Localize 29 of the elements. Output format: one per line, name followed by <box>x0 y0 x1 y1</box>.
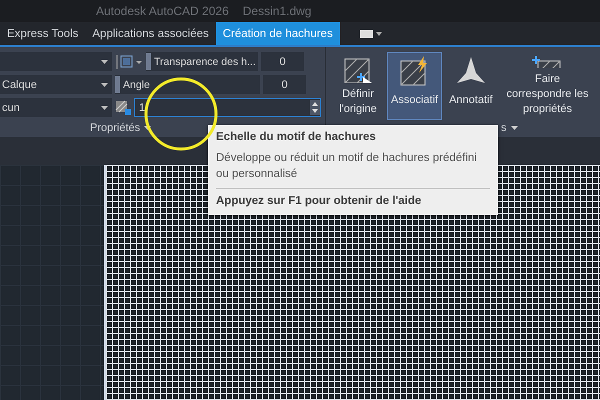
caret-icon[interactable] <box>101 60 108 64</box>
scale-icon <box>115 100 131 116</box>
ribbon-button[interactable]: Définir l'origine <box>332 52 384 120</box>
property-value[interactable]: 0 <box>263 75 306 94</box>
pattern-color-icon[interactable] <box>115 54 143 70</box>
app-title: Autodesk AutoCAD 2026 <box>96 4 229 18</box>
property-value[interactable]: 0 <box>261 52 304 71</box>
ribbon-button[interactable]: Annotatif <box>445 52 496 120</box>
dropdown[interactable]: cun <box>0 98 112 117</box>
caret-icon[interactable] <box>510 126 518 130</box>
property-field[interactable]: Transparence des h... <box>146 52 258 71</box>
caret-icon[interactable] <box>376 32 382 36</box>
spinner-icon[interactable] <box>310 100 320 115</box>
caret-icon[interactable] <box>101 82 108 86</box>
ribbon-button[interactable]: Associatif <box>387 52 442 120</box>
ribbon-tab[interactable]: Express Tools <box>0 22 86 45</box>
caret-icon[interactable] <box>101 106 108 110</box>
tooltip-title: Echelle du motif de hachures <box>216 131 377 143</box>
dropdown[interactable]: Calque <box>0 75 112 94</box>
panel-label[interactable]: s <box>501 122 506 134</box>
panel-label[interactable]: Propriétés <box>90 122 140 134</box>
ribbon-tab[interactable]: Applications associées <box>85 22 216 45</box>
property-field[interactable]: Angle <box>115 75 260 94</box>
tooltip-description: Développe ou réduit un motif de hachures prédéfini ou personnalisé <box>216 150 490 189</box>
tooltip-help: Appuyez sur F1 pour obtenir de l'aide <box>216 195 422 207</box>
scale-input[interactable]: 1 <box>134 98 321 117</box>
file-name: Dessin1.dwg <box>242 4 312 18</box>
caret-icon[interactable] <box>144 126 152 130</box>
ribbon-button[interactable]: Faire correspondre les propriétés <box>500 52 596 120</box>
